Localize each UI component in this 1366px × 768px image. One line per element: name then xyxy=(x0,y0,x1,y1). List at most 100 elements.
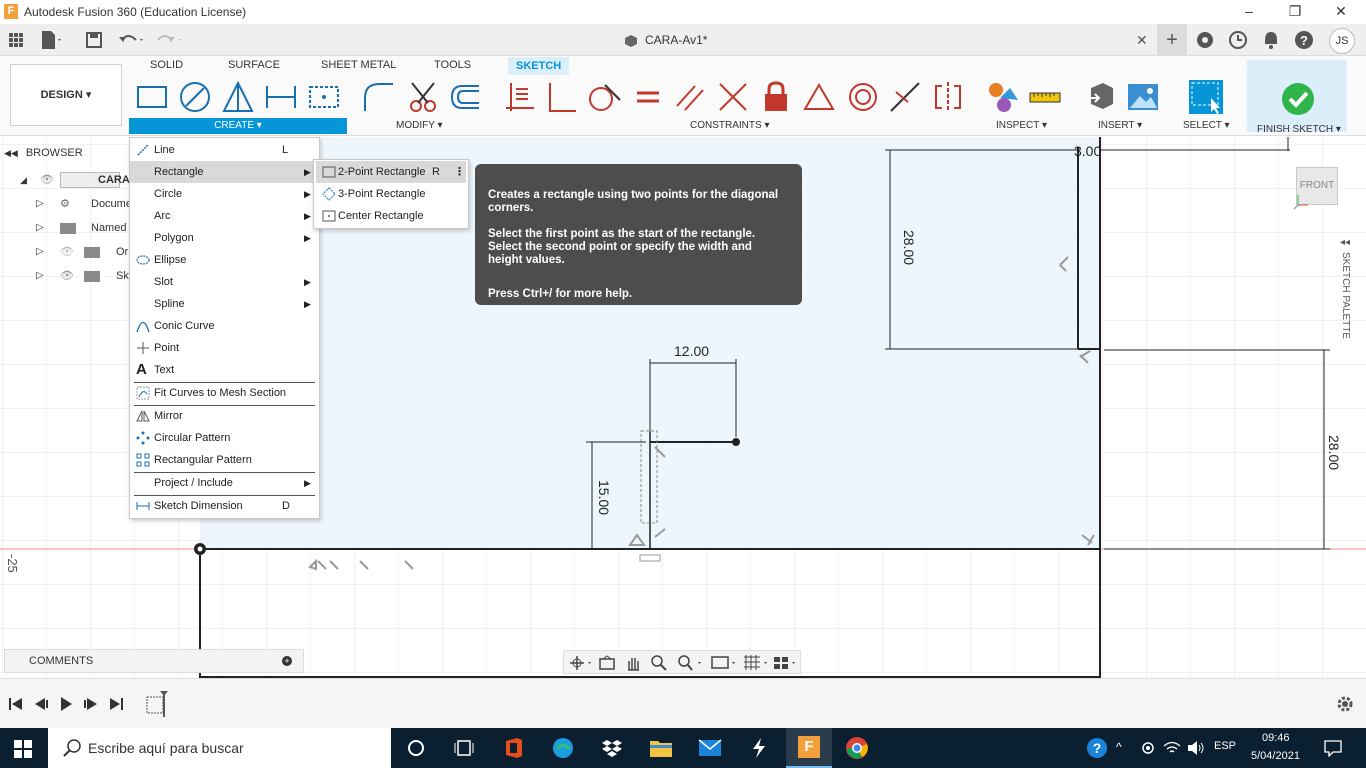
select-group-button[interactable]: SELECT ▾ xyxy=(1183,120,1230,131)
grid-apps-icon[interactable] xyxy=(4,28,28,52)
office-icon[interactable] xyxy=(500,734,528,762)
menu-item-arc[interactable]: Arc ▶ xyxy=(130,205,319,227)
chrome-icon[interactable] xyxy=(843,734,871,762)
browser-item-origin[interactable]: ▷ 👁 Or xyxy=(36,241,132,263)
rectangle-tool-icon[interactable] xyxy=(136,80,170,114)
pan-hand-icon[interactable] xyxy=(624,654,642,672)
select-window-icon[interactable] xyxy=(1189,80,1223,114)
comments-panel[interactable]: COMMENTS + xyxy=(4,649,304,673)
midpoint-constraint-icon[interactable] xyxy=(802,80,836,114)
notifications-bell-icon[interactable] xyxy=(1259,28,1283,52)
menu-item-2-point-rectangle[interactable]: 2-Point Rectangle R ⋮ xyxy=(316,161,466,183)
step-back-icon[interactable] xyxy=(33,696,49,712)
minimize-button[interactable]: – xyxy=(1226,0,1272,24)
clock-date[interactable]: 5/04/2021 xyxy=(1251,750,1300,762)
help-icon[interactable]: ? xyxy=(1292,28,1316,52)
collapse-browser-icon[interactable]: ◀◀ xyxy=(4,148,18,158)
browser-item-sketches[interactable]: ▷ 👁 Sk xyxy=(36,265,132,287)
tab-surface[interactable]: SURFACE xyxy=(228,59,280,71)
top-vertical-dimension-label[interactable]: 28.00 xyxy=(901,230,917,265)
dropbox-icon[interactable] xyxy=(598,734,626,762)
browser-item-named-views[interactable]: ▷ Named xyxy=(36,217,132,239)
dimension-tool-icon[interactable] xyxy=(264,80,298,114)
create-group-button[interactable]: CREATE ▾ xyxy=(129,118,347,134)
go-to-start-icon[interactable] xyxy=(8,696,24,712)
symmetry-constraint-icon[interactable] xyxy=(931,80,965,114)
new-tab-icon[interactable]: + xyxy=(1157,24,1187,56)
edge-browser-icon[interactable] xyxy=(549,734,577,762)
clock-time[interactable]: 09:46 xyxy=(1262,732,1290,744)
fit-zoom-icon[interactable] xyxy=(676,654,706,672)
menu-item-project-include[interactable]: Project / Include ▶ xyxy=(130,472,319,494)
extensions-icon[interactable] xyxy=(1193,28,1217,52)
triangle-tool-icon[interactable] xyxy=(221,80,255,114)
workspace-switcher-button[interactable]: DESIGN ▾ xyxy=(10,64,122,126)
zoom-icon[interactable] xyxy=(650,654,668,672)
play-icon[interactable] xyxy=(58,696,74,712)
height-dimension-label[interactable]: 15.00 xyxy=(596,480,612,515)
menu-item-conic-curve[interactable]: Conic Curve xyxy=(130,315,319,337)
file-explorer-icon[interactable] xyxy=(647,734,675,762)
menu-item-point[interactable]: Point xyxy=(130,337,319,359)
browser-item-document-settings[interactable]: ▷ ⚙ Docume xyxy=(36,193,132,215)
horizontal-vertical-constraint-icon[interactable] xyxy=(888,80,922,114)
help-tray-icon[interactable]: ? xyxy=(1086,737,1108,759)
menu-item-polygon[interactable]: Polygon ▶ xyxy=(130,227,319,249)
perpendicular-constraint-icon[interactable] xyxy=(545,80,579,114)
volume-icon[interactable] xyxy=(1187,740,1205,756)
insert-derive-icon[interactable] xyxy=(1083,80,1117,114)
look-at-icon[interactable] xyxy=(598,654,616,672)
step-forward-icon[interactable] xyxy=(83,696,99,712)
document-tab-title[interactable]: CARA-Av1* xyxy=(645,33,707,47)
undo-icon[interactable] xyxy=(116,28,143,52)
fusion-taskbar-button[interactable]: F xyxy=(786,728,832,768)
width-dimension-label[interactable]: 12.00 xyxy=(674,343,709,359)
job-status-icon[interactable] xyxy=(1226,28,1250,52)
grid-settings-icon[interactable] xyxy=(742,654,772,672)
task-view-icon[interactable] xyxy=(450,734,478,762)
save-icon[interactable] xyxy=(82,28,106,52)
sketch-timeline-feature[interactable] xyxy=(144,691,174,719)
parallel-constraint-icon[interactable] xyxy=(673,80,707,114)
sketch-palette-collapsed[interactable]: ◂◂ SKETCH PALETTE xyxy=(1340,237,1360,347)
trim-scissors-icon[interactable] xyxy=(406,80,440,114)
fillet-tool-icon[interactable] xyxy=(362,80,396,114)
menu-item-fit-curves[interactable]: Fit Curves to Mesh Section xyxy=(130,382,319,404)
menu-item-ellipse[interactable]: Ellipse xyxy=(130,249,319,271)
insert-group-button[interactable]: INSERT ▾ xyxy=(1098,120,1142,131)
close-tab-icon[interactable]: ✕ xyxy=(1136,32,1148,49)
user-avatar[interactable]: JS xyxy=(1329,28,1355,54)
point-tool-icon[interactable] xyxy=(307,80,341,114)
tab-sketch[interactable]: SKETCH xyxy=(508,57,570,75)
add-comment-icon[interactable]: + xyxy=(282,656,292,666)
bolt-app-icon[interactable] xyxy=(745,734,773,762)
browser-panel-header[interactable]: ◀◀ BROWSER xyxy=(4,142,124,164)
menu-item-sketch-dimension[interactable]: Sketch Dimension D xyxy=(130,495,319,517)
menu-item-line[interactable]: Line L xyxy=(130,139,319,161)
menu-item-rectangular-pattern[interactable]: Rectangular Pattern xyxy=(130,449,319,471)
close-window-button[interactable]: ✕ xyxy=(1318,0,1364,24)
restore-button[interactable]: ❐ xyxy=(1272,0,1318,24)
finish-sketch-button[interactable]: FINISH SKETCH ▾ xyxy=(1247,60,1347,135)
cortana-icon[interactable] xyxy=(402,734,430,762)
go-to-end-icon[interactable] xyxy=(108,696,124,712)
menu-item-center-rectangle[interactable]: Center Rectangle xyxy=(316,205,466,227)
orbit-icon[interactable] xyxy=(568,654,594,672)
menu-item-circle[interactable]: Circle ▶ xyxy=(130,183,319,205)
constraints-group-button[interactable]: CONSTRAINTS ▾ xyxy=(690,120,769,131)
tab-solid[interactable]: SOLID xyxy=(150,59,183,71)
tray-expand-chevron-icon[interactable]: ^ xyxy=(1116,740,1122,754)
language-indicator[interactable]: ESP xyxy=(1214,740,1236,752)
file-menu-icon[interactable] xyxy=(38,28,62,52)
mail-icon[interactable] xyxy=(696,734,724,762)
menu-item-3-point-rectangle[interactable]: 3-Point Rectangle xyxy=(316,183,466,205)
top-horizontal-dimension-label[interactable]: 3.00 xyxy=(1074,143,1101,159)
menu-item-mirror[interactable]: Mirror xyxy=(130,405,319,427)
timeline-settings-gear-icon[interactable] xyxy=(1336,695,1354,713)
menu-item-slot[interactable]: Slot ▶ xyxy=(130,271,319,293)
menu-item-rectangle[interactable]: Rectangle ▶ xyxy=(130,161,319,183)
location-tray-icon[interactable] xyxy=(1140,740,1156,756)
coincident-constraint-icon[interactable] xyxy=(503,80,537,114)
collinear-constraint-icon[interactable] xyxy=(716,80,750,114)
taskbar-search-box[interactable]: Escribe aquí para buscar xyxy=(48,728,391,768)
